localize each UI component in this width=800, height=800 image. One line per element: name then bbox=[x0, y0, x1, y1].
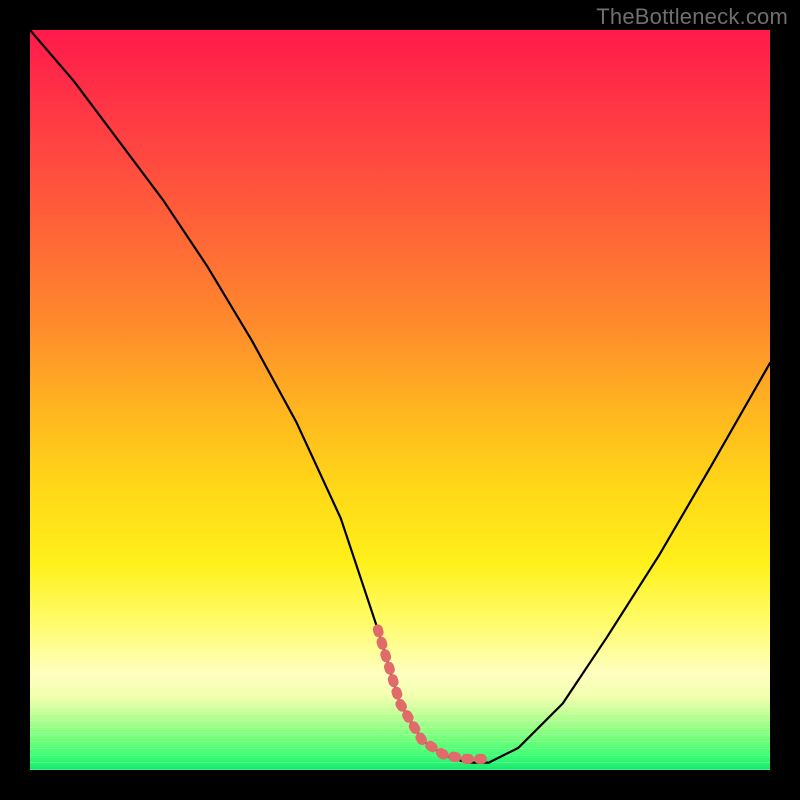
plot-area bbox=[30, 30, 770, 770]
watermark-text: TheBottleneck.com bbox=[596, 4, 788, 30]
bottleneck-curve-svg bbox=[30, 30, 770, 770]
trough-highlight bbox=[378, 629, 489, 759]
chart-frame: TheBottleneck.com bbox=[0, 0, 800, 800]
bottleneck-curve bbox=[30, 30, 770, 763]
